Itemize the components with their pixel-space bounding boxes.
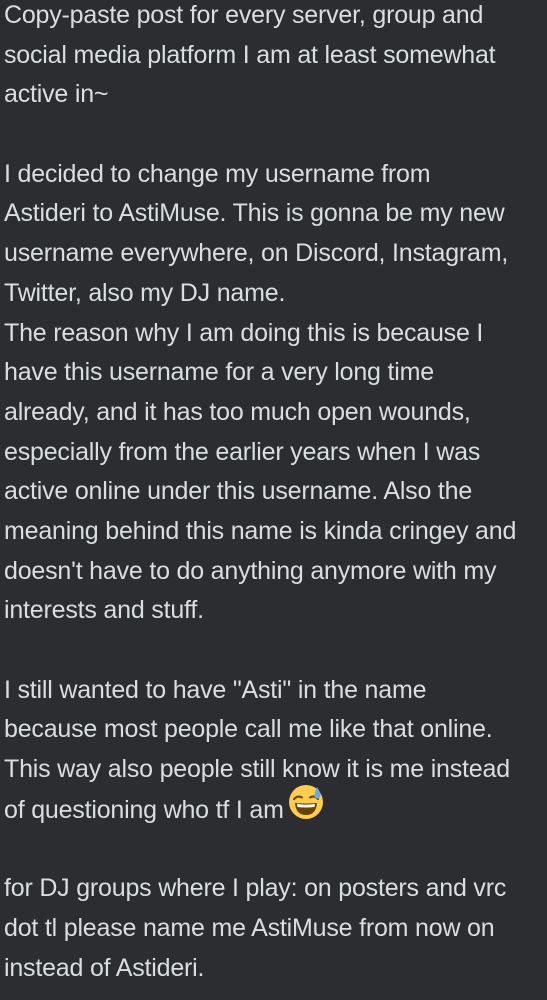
message-line-with-emoji: of questioning who tf I am [4, 784, 547, 830]
message-line: for DJ groups where I play: on posters a… [4, 874, 507, 903]
message-line: because most people call me like that on… [4, 715, 493, 744]
message-line-text: of questioning who tf I am [4, 795, 284, 824]
message-line: active online under this username. Also … [4, 477, 473, 506]
message-line: already, and it has too much open wounds… [4, 397, 471, 426]
message-line: interests and stuff. [4, 596, 204, 625]
message-body: Copy-paste post for every server, group … [0, 0, 547, 996]
message-line: especially from the earlier years when I… [4, 437, 481, 466]
message-line: meaning behind this name is kinda cringe… [4, 516, 517, 545]
message-line: Astideri to AstiMuse. This is gonna be m… [4, 199, 505, 228]
message-line: I decided to change my username from [4, 159, 431, 188]
message-line: Copy-paste post for every server, group … [4, 1, 484, 29]
message-line: I still wanted to have "Asti" in the nam… [4, 675, 427, 704]
message-line: active in~ [4, 80, 109, 109]
message-line: username everywhere, on Discord, Instagr… [4, 239, 509, 268]
message-line: instead of Astideri. [4, 953, 205, 982]
message-line: The reason why I am doing this is becaus… [4, 318, 484, 347]
message-line: This way also people still know it is me… [4, 755, 510, 784]
message-line: Twitter, also my DJ name. [4, 278, 286, 307]
message-line: social media platform I am at least some… [4, 40, 496, 69]
message-line: have this username for a very long time [4, 358, 434, 387]
message-line: doesn't have to do anything anymore with… [4, 556, 497, 585]
message-line: dot tl please name me AstiMuse from now … [4, 913, 495, 942]
grinning-face-with-sweat-icon [288, 784, 324, 833]
